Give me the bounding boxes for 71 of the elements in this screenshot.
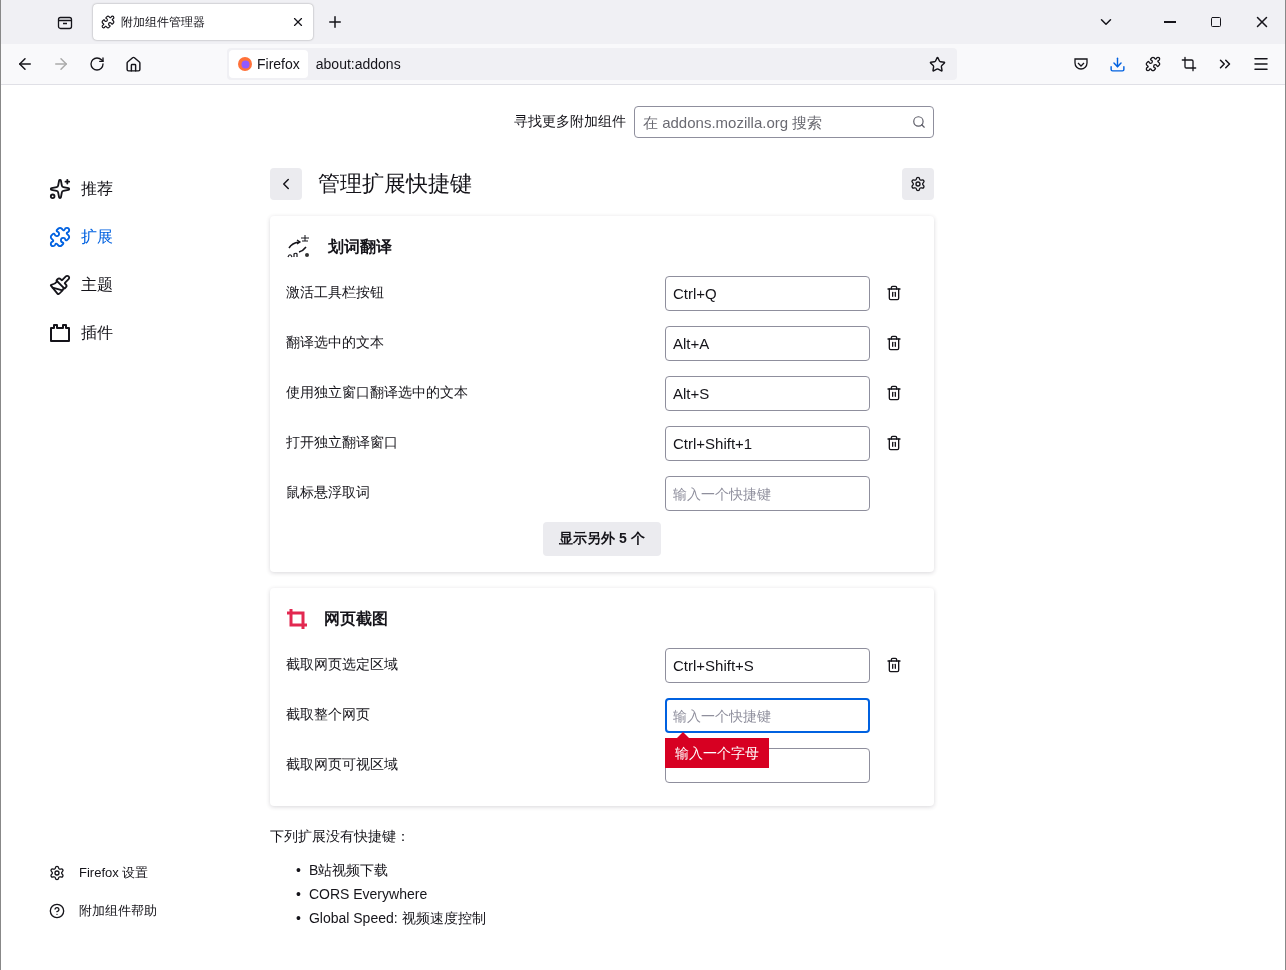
shortcut-label: 打开独立翻译窗口 — [286, 434, 399, 452]
plugin-icon — [49, 323, 71, 343]
sidebar-footer-link[interactable]: 附加组件帮助 — [49, 892, 270, 930]
help-icon — [49, 903, 65, 919]
identity-label[interactable]: Firefox — [229, 50, 308, 78]
tab-overview-icon — [57, 14, 73, 30]
shortcut-field[interactable]: Alt+S — [665, 375, 870, 411]
bullet-mark: • — [296, 909, 301, 928]
browser-logo-icon — [237, 56, 253, 72]
settings-icon — [49, 865, 65, 881]
extension-name: 网页截图 — [324, 608, 388, 629]
search-field[interactable]: 在 addons.mozilla.org 搜索 — [634, 106, 934, 138]
settings-button[interactable] — [902, 168, 934, 200]
extension-list-item: Global Speed: 视频速度控制 — [308, 909, 486, 928]
plus-icon — [326, 13, 344, 31]
menu-icon — [1252, 55, 1270, 73]
sparkle-icon — [49, 178, 71, 200]
shortcut-label: 激活工具栏按钮 — [286, 284, 385, 302]
bullet-mark: • — [296, 885, 301, 904]
settings-icon — [910, 176, 926, 192]
sidebar-item[interactable]: 插件 — [49, 309, 270, 357]
minimize-icon — [1164, 21, 1176, 23]
shortcut-field[interactable]: Ctrl+Q — [665, 275, 870, 311]
shortcut-field[interactable]: Ctrl+Shift+S — [665, 647, 870, 683]
shortcut-field[interactable]: 输入一个快捷键 — [665, 697, 870, 733]
sidebar-item[interactable]: 扩展 — [49, 213, 270, 261]
shortcut-label: 截取网页选定区域 — [286, 656, 399, 674]
trash-icon — [886, 435, 902, 451]
crop-icon — [286, 608, 308, 630]
shortcut-field[interactable]: 输入一个快捷键 — [665, 475, 870, 511]
close-icon[interactable] — [291, 15, 305, 29]
no-shortcuts-heading: 下列扩展没有快捷键： — [270, 828, 411, 846]
shortcut-field[interactable] — [665, 747, 870, 783]
extension-list-item: B站视频下载 — [308, 861, 389, 880]
sidebar-footer-link[interactable]: Firefox 设置 — [49, 854, 270, 892]
puzzle-icon — [101, 15, 115, 29]
show-more-button[interactable]: 显示另外 5 个 — [543, 522, 661, 556]
browser-tab[interactable]: 附加组件管理器 — [93, 4, 313, 40]
home-icon — [124, 55, 142, 73]
arrow-right-icon — [52, 55, 70, 73]
search-label: 寻找更多附加组件 — [514, 113, 626, 131]
trash-icon — [886, 285, 902, 301]
sidebar-item[interactable]: 主题 — [49, 261, 270, 309]
crop-icon — [1181, 56, 1197, 72]
brush-icon — [49, 274, 71, 296]
extension-name: 划词翻译 — [328, 236, 392, 257]
puzzle-icon — [49, 226, 71, 248]
shortcut-field[interactable]: Ctrl+Shift+1 — [665, 425, 870, 461]
pocket-icon — [1073, 56, 1089, 72]
star-icon — [928, 55, 946, 73]
translate-icon — [286, 234, 312, 260]
puzzle-icon — [1145, 56, 1161, 72]
extension-list-item: CORS Everywhere — [308, 885, 428, 904]
download-icon — [1108, 55, 1126, 73]
bullet-mark: • — [296, 861, 301, 880]
address-bar[interactable]: Firefox about:addons — [227, 48, 957, 80]
trash-icon — [886, 335, 902, 351]
maximize-icon — [1210, 16, 1222, 28]
page-title: 管理扩展快捷键 — [318, 170, 473, 198]
sidebar-item[interactable]: 推荐 — [49, 165, 270, 213]
shortcut-label: 截取网页可视区域 — [286, 756, 399, 774]
shortcut-label: 翻译选中的文本 — [286, 334, 385, 352]
search-icon — [912, 115, 926, 129]
url-text: about:addons — [315, 56, 402, 72]
shortcut-label: 使用独立窗口翻译选中的文本 — [286, 384, 469, 402]
trash-icon — [886, 385, 902, 401]
trash-icon — [886, 657, 902, 673]
shortcut-label: 截取整个网页 — [286, 706, 371, 724]
shortcut-label: 鼠标悬浮取词 — [286, 484, 371, 502]
reload-icon — [89, 56, 105, 72]
shortcut-field[interactable]: Alt+A — [665, 325, 870, 361]
